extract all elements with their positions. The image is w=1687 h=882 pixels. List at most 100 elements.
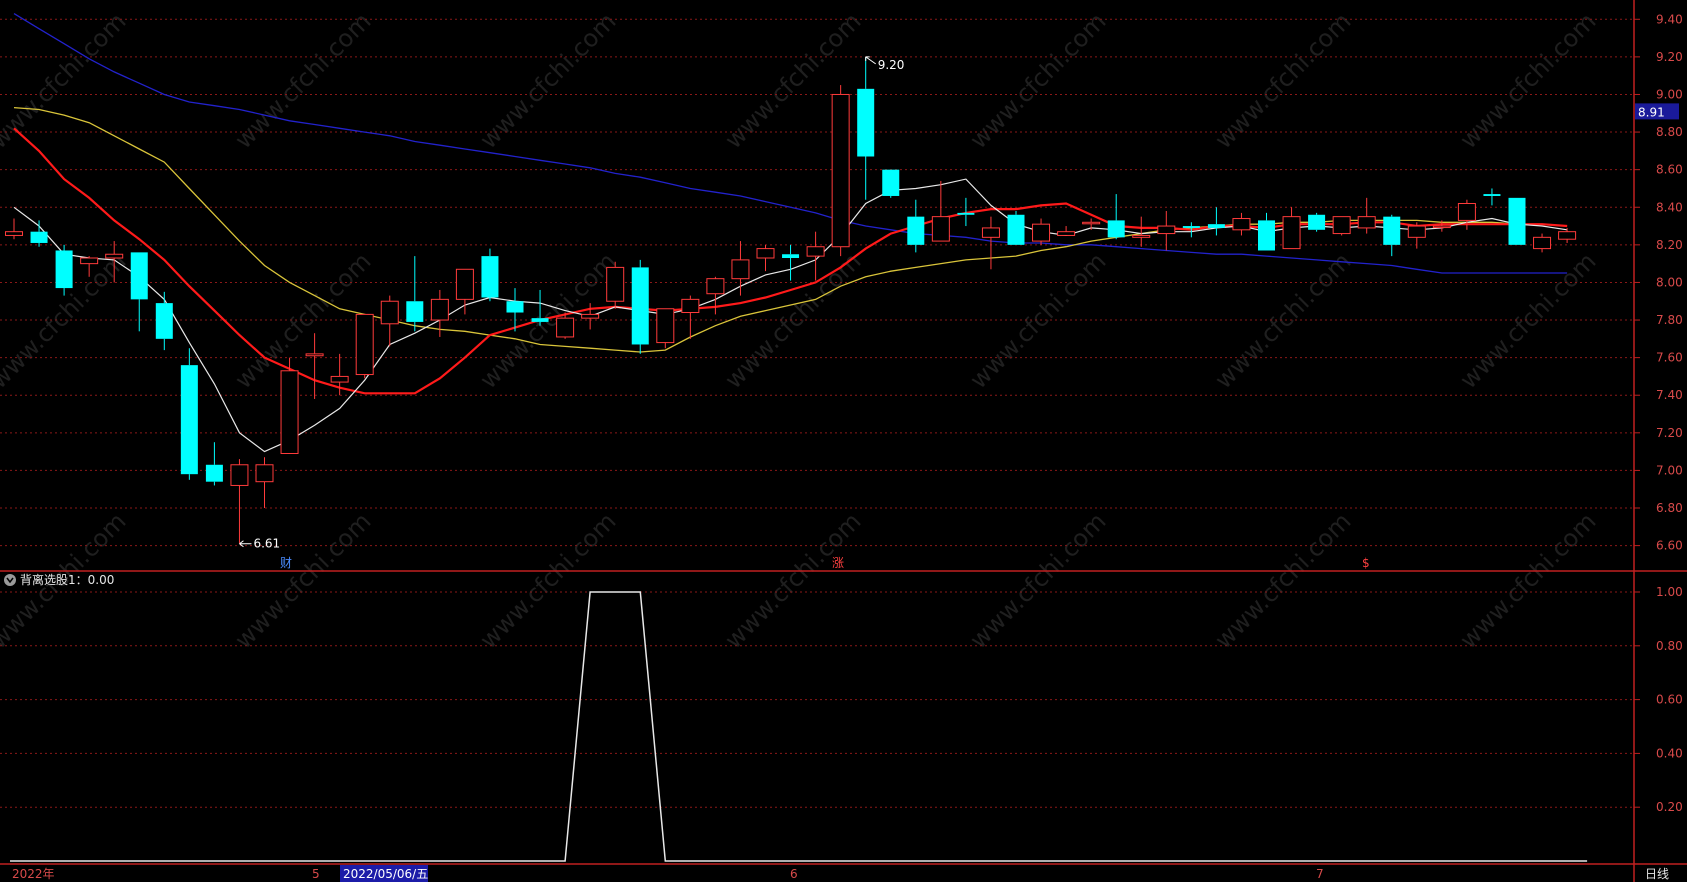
watermark-text: www.cfchi.com [1454,507,1601,654]
candle-down[interactable] [1007,211,1025,245]
indicator-tick-label: 0.80 [1656,639,1683,653]
period-label[interactable]: 日线 [1645,867,1669,881]
candle-body [556,317,575,338]
watermark-text: www.cfchi.com [229,247,376,394]
candle-body [1007,214,1025,245]
candle-up[interactable] [380,295,399,347]
candle-body [857,88,875,157]
watermark-text: www.cfchi.com [1454,247,1601,394]
candle-down[interactable] [1508,197,1526,245]
price-tick-label: 7.00 [1656,463,1683,477]
candle-down[interactable] [882,169,900,198]
event-marker-dollar[interactable]: $ [1362,556,1370,570]
candle-up[interactable] [756,244,775,272]
candle-body [355,313,374,376]
low-price-label: 6.61 [253,537,280,551]
candle-up[interactable] [1282,207,1301,250]
candle-up[interactable] [230,459,249,544]
candle-body [931,216,950,242]
price-tick-label: 9.40 [1656,12,1683,26]
candle-body [1032,223,1051,242]
candle-body [406,301,424,322]
candle-down[interactable] [55,244,73,296]
candle-body [581,313,600,319]
candle-up[interactable] [981,216,1000,270]
candle-body [1132,234,1151,238]
candle-down[interactable] [481,248,499,302]
candle-down[interactable] [1383,214,1401,257]
candle-up[interactable] [1558,227,1577,243]
candle-up[interactable] [305,333,324,399]
candle-down[interactable] [1207,207,1225,236]
candle-up[interactable] [1132,216,1151,247]
candle-body [30,231,48,243]
candle-down[interactable] [631,259,649,354]
candle-up[interactable] [731,241,750,296]
event-marker-finance[interactable]: 财 [280,556,292,570]
candle-up[interactable] [831,85,850,257]
price-tick-label: 9.20 [1656,50,1683,64]
candle-down[interactable] [406,256,424,332]
candle-body [380,300,399,325]
candle-body [1558,231,1577,240]
watermark-text: www.cfchi.com [964,247,1111,394]
candle-down[interactable] [130,252,148,332]
candle-up[interactable] [255,457,274,509]
candle-body [255,464,274,483]
candle-down[interactable] [30,220,48,247]
candle-up[interactable] [355,313,374,379]
candle-up[interactable] [606,261,625,309]
chevron-down-icon[interactable] [4,574,16,586]
indicator-tick-label: 0.20 [1656,800,1683,814]
cursor-date-label: 2022/05/06/五 [343,867,428,881]
candle-body [981,227,1000,238]
candle-body [55,250,73,289]
price-tick-label: 7.80 [1656,313,1683,327]
candle-body [80,257,99,265]
candle-body [681,298,700,314]
candle-body [230,464,249,486]
candle-up[interactable] [656,308,675,349]
candle-up[interactable] [1032,218,1051,245]
candle-up[interactable] [1533,233,1552,253]
candle-up[interactable] [1057,226,1076,236]
candle-body [756,248,775,259]
candle-up[interactable] [455,268,474,315]
date-axis-month-7: 7 [1316,867,1324,881]
candle-body [1232,218,1251,231]
candle-up[interactable] [1332,216,1351,236]
candle-body [1457,202,1476,221]
candle-up[interactable] [681,295,700,339]
price-tick-label: 9.00 [1656,87,1683,101]
indicator-tick-label: 0.60 [1656,693,1683,707]
watermark-text: www.cfchi.com [229,507,376,654]
candle-up[interactable] [5,218,23,240]
candle-down[interactable] [155,291,173,351]
watermark-text: www.cfchi.com [1209,247,1356,394]
candle-down[interactable] [782,244,800,281]
chart-canvas[interactable]: www.cfchi.com www.cfchi.com www.cfchi.com w… [0,0,1687,882]
candle-body [180,365,198,475]
date-axis-month-6: 6 [790,867,798,881]
candle-down[interactable] [1308,212,1326,232]
candle-body [1383,216,1401,245]
candle-down[interactable] [180,348,198,480]
event-marker-limit-up[interactable]: 涨 [832,555,844,570]
price-tick-label: 6.60 [1656,539,1683,553]
candle-body [280,370,299,454]
candle-up[interactable] [931,180,950,242]
candle-up[interactable] [581,303,600,330]
candle-body [656,308,675,344]
price-tick-label: 7.60 [1656,351,1683,365]
candle-body [105,253,124,259]
candle-down[interactable] [1483,188,1501,206]
candle-up[interactable] [1232,212,1251,236]
candle-down[interactable] [1258,212,1275,251]
candle-down[interactable] [857,56,875,200]
candle-up[interactable] [280,357,299,454]
candle-down[interactable] [205,442,223,486]
indicator-header[interactable]: 背离选股1：0.00 [4,572,114,587]
candle-up[interactable] [1357,197,1376,234]
candle-down[interactable] [1107,194,1125,240]
candle-body [1082,221,1101,225]
